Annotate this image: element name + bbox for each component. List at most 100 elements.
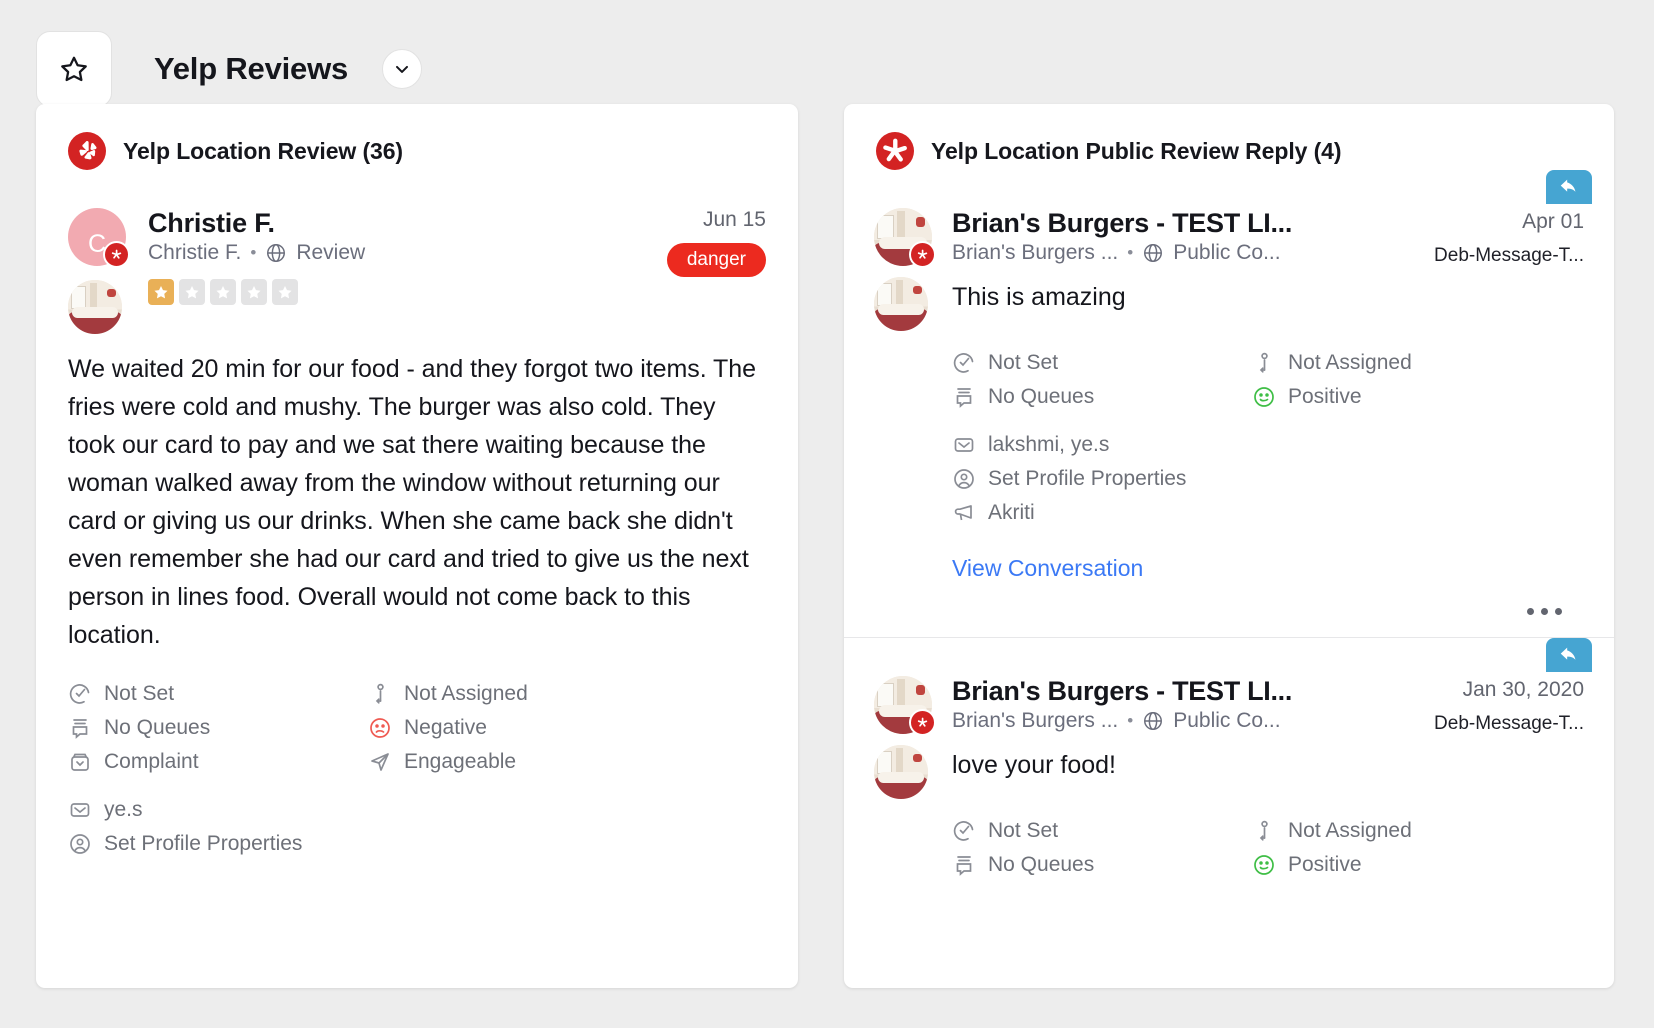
star-rating	[148, 279, 655, 306]
review-item[interactable]: C Christie F. Christie F. • Review Jun 1…	[36, 170, 798, 856]
meta-label: Positive	[1288, 853, 1362, 876]
frown-icon	[370, 718, 390, 738]
reply-author-name: Brian's Burgers - TEST LI...	[952, 208, 1293, 238]
meta-complaint[interactable]: Complaint	[68, 750, 368, 774]
meta-email[interactable]: lakshmi, ye.s	[952, 433, 1252, 457]
meta-email[interactable]: ye.s	[68, 798, 368, 822]
reply-message-avatar-column	[874, 277, 952, 331]
star-icon	[61, 56, 87, 82]
meta-engageable[interactable]: Engageable	[368, 750, 766, 774]
meta-set-profile-properties[interactable]: Set Profile Properties	[68, 832, 368, 856]
meta-label: Engageable	[404, 750, 517, 773]
left-card-title: Yelp Location Review (36)	[123, 138, 403, 165]
ellipsis-icon	[1555, 608, 1562, 615]
user-circle-icon	[70, 834, 90, 854]
meta-sentiment-negative[interactable]: Negative	[368, 716, 766, 740]
meta-label: ye.s	[104, 798, 143, 821]
star-icon	[154, 286, 168, 299]
meta-label: Not Set	[104, 682, 175, 705]
reply-item[interactable]: Brian's Burgers - TEST LI... Brian's Bur…	[844, 170, 1614, 637]
meta-sentiment-positive[interactable]: Positive	[1252, 385, 1584, 409]
meta-label: Akriti	[988, 501, 1035, 524]
yelp-burst-icon	[917, 717, 928, 727]
view-conversation-link[interactable]: View Conversation	[952, 555, 1143, 582]
review-header: C Christie F. Christie F. • Review Jun 1…	[68, 208, 766, 334]
meta-no-queues[interactable]: No Queues	[952, 853, 1252, 877]
reply-header: Brian's Burgers - TEST LI... Brian's Bur…	[874, 208, 1584, 268]
review-meta-right: Jun 15 danger	[666, 208, 766, 334]
megaphone-icon	[954, 505, 972, 521]
reply-metadata: Not Set Not Assigned No Queues	[952, 819, 1584, 877]
person-assign-icon	[375, 683, 384, 704]
reply-channel: Public Co...	[1173, 241, 1281, 265]
meta-label: Not Assigned	[1288, 819, 1412, 842]
left-card-header: Yelp Location Review (36)	[36, 104, 798, 170]
star-4	[241, 279, 267, 306]
expand-header-button[interactable]	[382, 49, 423, 89]
clock-check-icon	[953, 353, 974, 373]
meta-not-set[interactable]: Not Set	[68, 682, 368, 706]
right-card-header: Yelp Location Public Review Reply (4)	[844, 104, 1614, 170]
reply-meta-right: Jan 30, 2020 Deb-Message-T...	[1434, 676, 1584, 735]
reply-date: Jan 30, 2020	[1462, 678, 1584, 701]
yelp-logo-icon	[876, 132, 914, 170]
review-author-handle: Christie F.	[148, 241, 242, 265]
user-circle-icon	[954, 469, 974, 489]
meta-label: Not Assigned	[404, 682, 528, 705]
yelp-burst-icon	[917, 249, 928, 259]
meta-label: Positive	[1288, 385, 1362, 408]
meta-sentiment-positive[interactable]: Positive	[1252, 853, 1584, 877]
meta-campaign[interactable]: Akriti	[952, 501, 1252, 525]
star-1	[148, 279, 174, 306]
reply-identity: Brian's Burgers - TEST LI... Brian's Bur…	[952, 208, 1434, 267]
smile-icon	[1254, 855, 1274, 875]
avatar-yelp-badge-icon	[909, 241, 936, 268]
queue-icon	[956, 388, 972, 408]
globe-icon	[267, 244, 286, 263]
favorite-button[interactable]	[36, 31, 112, 107]
reply-message-text: love your food!	[952, 751, 1116, 779]
avatar-yelp-badge-icon	[909, 709, 936, 736]
star-2	[179, 279, 205, 306]
reply-item[interactable]: Brian's Burgers - TEST LI... Brian's Bur…	[844, 637, 1614, 899]
reply-metadata: Not Set Not Assigned No Queues	[952, 351, 1584, 525]
meta-label: No Queues	[104, 716, 211, 739]
reply-author-name: Brian's Burgers - TEST LI...	[952, 676, 1293, 706]
queue-icon	[72, 719, 88, 739]
meta-label: Not Assigned	[1288, 351, 1412, 374]
reply-header: Brian's Burgers - TEST LI... Brian's Bur…	[874, 676, 1584, 736]
meta-set-profile-properties[interactable]: Set Profile Properties	[952, 467, 1252, 491]
yelp-public-review-reply-card: Yelp Location Public Review Reply (4) Br…	[844, 104, 1614, 988]
meta-no-queues[interactable]: No Queues	[68, 716, 368, 740]
reply-message-photo	[874, 745, 928, 799]
status-badge: danger	[666, 243, 766, 277]
reply-indicator	[1546, 638, 1592, 672]
star-3	[210, 279, 236, 306]
meta-not-set[interactable]: Not Set	[952, 351, 1252, 375]
meta-label: No Queues	[988, 385, 1095, 408]
meta-no-queues[interactable]: No Queues	[952, 385, 1252, 409]
reply-body: This is amazing	[874, 277, 1584, 331]
review-subline: Christie F. • Review	[148, 241, 655, 265]
meta-not-assigned[interactable]: Not Assigned	[368, 682, 766, 706]
meta-label: Set Profile Properties	[988, 467, 1187, 490]
meta-label: No Queues	[988, 853, 1095, 876]
star-icon	[216, 286, 230, 299]
left-card-count: (36)	[362, 137, 403, 164]
envelope-icon	[954, 438, 974, 452]
review-author-name: Christie F.	[148, 208, 275, 238]
reply-more-menu-button[interactable]	[874, 582, 1584, 615]
review-separator: •	[250, 243, 257, 263]
yelp-burst-icon	[111, 249, 122, 259]
clock-check-icon	[953, 821, 974, 841]
left-card-title-text: Yelp Location Review	[123, 137, 357, 164]
paper-plane-icon	[371, 753, 389, 771]
review-identity: Christie F. Christie F. • Review	[148, 208, 655, 334]
reply-message-photo	[874, 277, 928, 331]
reply-separator: •	[1127, 711, 1134, 731]
meta-not-assigned[interactable]: Not Assigned	[1252, 819, 1584, 843]
meta-not-assigned[interactable]: Not Assigned	[1252, 351, 1584, 375]
queue-icon	[956, 856, 972, 876]
meta-not-set[interactable]: Not Set	[952, 819, 1252, 843]
reply-message-text: This is amazing	[952, 283, 1126, 311]
